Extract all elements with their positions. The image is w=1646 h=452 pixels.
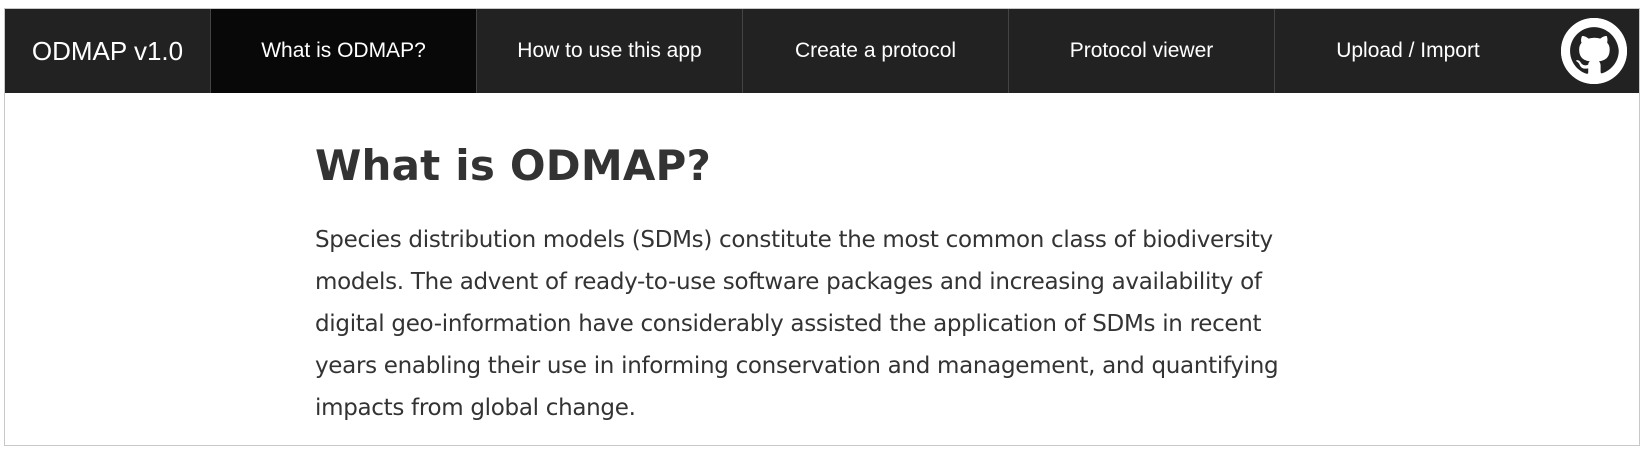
navbar: ODMAP v1.0 What is ODMAP? How to use thi…	[5, 9, 1639, 93]
tab-how-to-use[interactable]: How to use this app	[477, 9, 743, 93]
main-content: What is ODMAP? Species distribution mode…	[315, 141, 1315, 429]
brand-title[interactable]: ODMAP v1.0	[5, 9, 211, 93]
tab-what-is-odmap[interactable]: What is ODMAP?	[211, 9, 477, 93]
tab-create-protocol[interactable]: Create a protocol	[743, 9, 1009, 93]
app-window: ODMAP v1.0 What is ODMAP? How to use thi…	[4, 8, 1640, 446]
tab-upload-import[interactable]: Upload / Import	[1275, 9, 1541, 93]
github-icon[interactable]	[1561, 18, 1627, 84]
page-title: What is ODMAP?	[315, 141, 712, 190]
intro-paragraph: Species distribution models (SDMs) const…	[315, 227, 1279, 421]
tab-protocol-viewer[interactable]: Protocol viewer	[1009, 9, 1275, 93]
